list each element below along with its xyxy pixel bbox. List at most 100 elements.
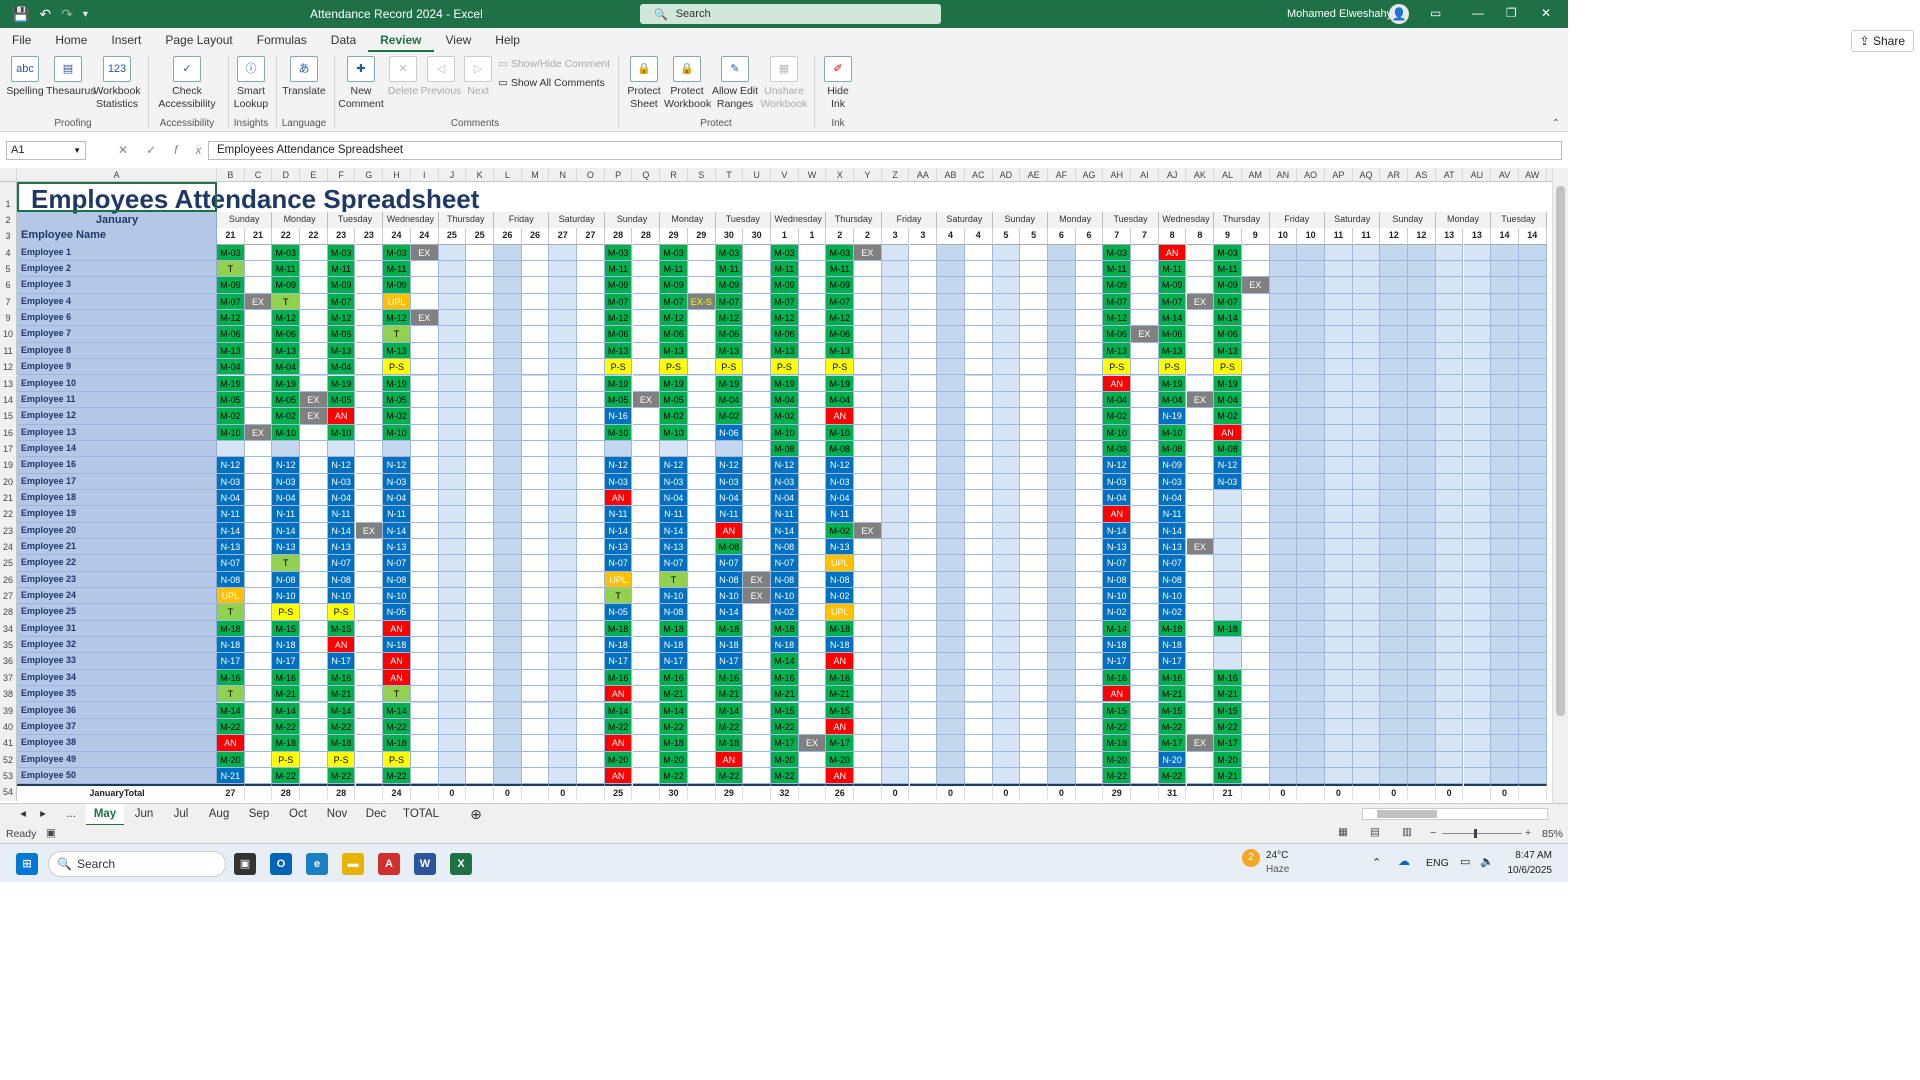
attendance-cell[interactable] (1214, 555, 1242, 572)
attendance-cell[interactable] (1435, 506, 1464, 523)
attendance-cell[interactable] (1241, 326, 1270, 343)
day-name[interactable]: Tuesday (327, 212, 384, 229)
attendance-cell[interactable] (438, 244, 467, 262)
attendance-cell[interactable] (1075, 588, 1104, 605)
attendance-cell[interactable]: N-12 (715, 457, 744, 474)
attendance-cell[interactable] (992, 342, 1021, 360)
sheet-tab[interactable]: Sep (240, 804, 278, 826)
attendance-cell[interactable] (1297, 588, 1325, 605)
attendance-cell[interactable] (1435, 735, 1464, 752)
attendance-cell[interactable]: P-S (1158, 359, 1187, 376)
total-cell[interactable] (798, 784, 827, 801)
attendance-cell[interactable] (244, 653, 273, 670)
attendance-cell[interactable]: M-18 (383, 735, 411, 752)
attendance-cell[interactable] (494, 457, 522, 474)
attendance-cell[interactable] (909, 310, 938, 327)
attendance-cell[interactable] (1435, 669, 1464, 687)
attendance-cell[interactable] (438, 310, 467, 327)
attendance-cell[interactable]: M-16 (272, 669, 301, 687)
attendance-cell[interactable] (1297, 702, 1325, 719)
attendance-cell[interactable] (438, 342, 467, 360)
attendance-cell[interactable] (1518, 751, 1547, 768)
attendance-cell[interactable] (355, 637, 384, 654)
attendance-cell[interactable] (798, 604, 827, 621)
attendance-cell[interactable] (549, 522, 578, 539)
attendance-cell[interactable] (964, 669, 993, 687)
date-cell[interactable]: 21 (217, 228, 245, 245)
attendance-cell[interactable] (466, 522, 494, 539)
clock-date[interactable]: 10/6/2025 (1500, 865, 1553, 876)
column-header[interactable]: Q (633, 168, 661, 182)
attendance-cell[interactable] (1518, 735, 1547, 752)
attendance-cell[interactable]: M-14 (715, 702, 744, 719)
attendance-cell[interactable] (1186, 375, 1215, 392)
attendance-cell[interactable] (355, 686, 384, 703)
attendance-cell[interactable] (1491, 326, 1519, 343)
row-header[interactable]: 20 (0, 473, 17, 490)
attendance-cell[interactable] (1352, 522, 1381, 539)
day-name[interactable]: Sunday (1380, 212, 1436, 229)
attendance-cell[interactable] (1491, 669, 1519, 687)
attendance-cell[interactable] (1297, 293, 1325, 311)
attendance-cell[interactable] (466, 588, 494, 605)
attendance-cell[interactable] (1075, 767, 1104, 785)
attendance-cell[interactable] (466, 604, 494, 621)
attendance-cell[interactable]: M-20 (1214, 751, 1242, 768)
attendance-cell[interactable]: N-18 (660, 637, 688, 654)
attendance-cell[interactable] (438, 359, 467, 376)
attendance-cell[interactable] (1325, 310, 1353, 327)
attendance-cell[interactable]: M-19 (327, 375, 356, 392)
attendance-cell[interactable] (854, 440, 882, 458)
attendance-cell[interactable] (1463, 391, 1492, 409)
attendance-cell[interactable] (964, 767, 993, 785)
attendance-cell[interactable] (632, 718, 661, 736)
attendance-cell[interactable]: T (272, 293, 301, 311)
attendance-cell[interactable]: EX (1186, 391, 1215, 409)
attendance-cell[interactable] (881, 653, 910, 670)
attendance-cell[interactable] (632, 473, 661, 490)
attendance-cell[interactable] (881, 702, 910, 719)
attendance-cell[interactable] (1131, 767, 1159, 785)
attendance-cell[interactable] (1075, 261, 1104, 278)
attendance-cell[interactable] (881, 767, 910, 785)
attendance-cell[interactable] (466, 669, 494, 687)
attendance-cell[interactable]: N-09 (1158, 457, 1187, 474)
attendance-cell[interactable] (549, 244, 578, 262)
attendance-cell[interactable] (1352, 391, 1381, 409)
attendance-cell[interactable]: M-07 (1158, 293, 1187, 311)
attendance-cell[interactable] (632, 489, 661, 507)
attendance-cell[interactable] (632, 506, 661, 523)
attendance-cell[interactable] (1325, 391, 1353, 409)
attendance-cell[interactable] (1518, 408, 1547, 425)
attendance-cell[interactable] (410, 473, 439, 490)
attendance-cell[interactable]: M-15 (1158, 702, 1187, 719)
attendance-cell[interactable] (964, 702, 993, 719)
attendance-cell[interactable] (743, 408, 771, 425)
attendance-cell[interactable] (466, 244, 494, 262)
attendance-cell[interactable] (1214, 489, 1242, 507)
attendance-cell[interactable] (1214, 653, 1242, 670)
row-header[interactable]: 26 (0, 571, 17, 589)
attendance-cell[interactable] (937, 751, 965, 768)
sheet-tab[interactable]: ... (58, 804, 84, 826)
attendance-cell[interactable] (1269, 653, 1298, 670)
attendance-cell[interactable]: AN (383, 669, 411, 687)
attendance-cell[interactable]: M-04 (327, 359, 356, 376)
sheet-tab[interactable]: May (86, 804, 124, 826)
attendance-cell[interactable]: M-14 (217, 702, 245, 719)
attendance-cell[interactable] (909, 424, 938, 441)
row-header[interactable]: 38 (0, 686, 17, 703)
attendance-cell[interactable] (1297, 604, 1325, 621)
attendance-cell[interactable] (577, 751, 605, 768)
row-header[interactable]: 34 (0, 620, 17, 638)
attendance-cell[interactable] (1408, 244, 1436, 262)
attendance-cell[interactable] (1186, 342, 1215, 360)
attendance-cell[interactable] (521, 326, 550, 343)
attendance-cell[interactable] (1186, 489, 1215, 507)
attendance-cell[interactable] (355, 588, 384, 605)
day-name[interactable]: Thursday (826, 212, 882, 229)
attendance-cell[interactable]: AN (1214, 424, 1242, 441)
row-header[interactable]: 3 (0, 228, 17, 245)
attendance-cell[interactable] (1241, 457, 1270, 474)
attendance-cell[interactable] (355, 375, 384, 392)
